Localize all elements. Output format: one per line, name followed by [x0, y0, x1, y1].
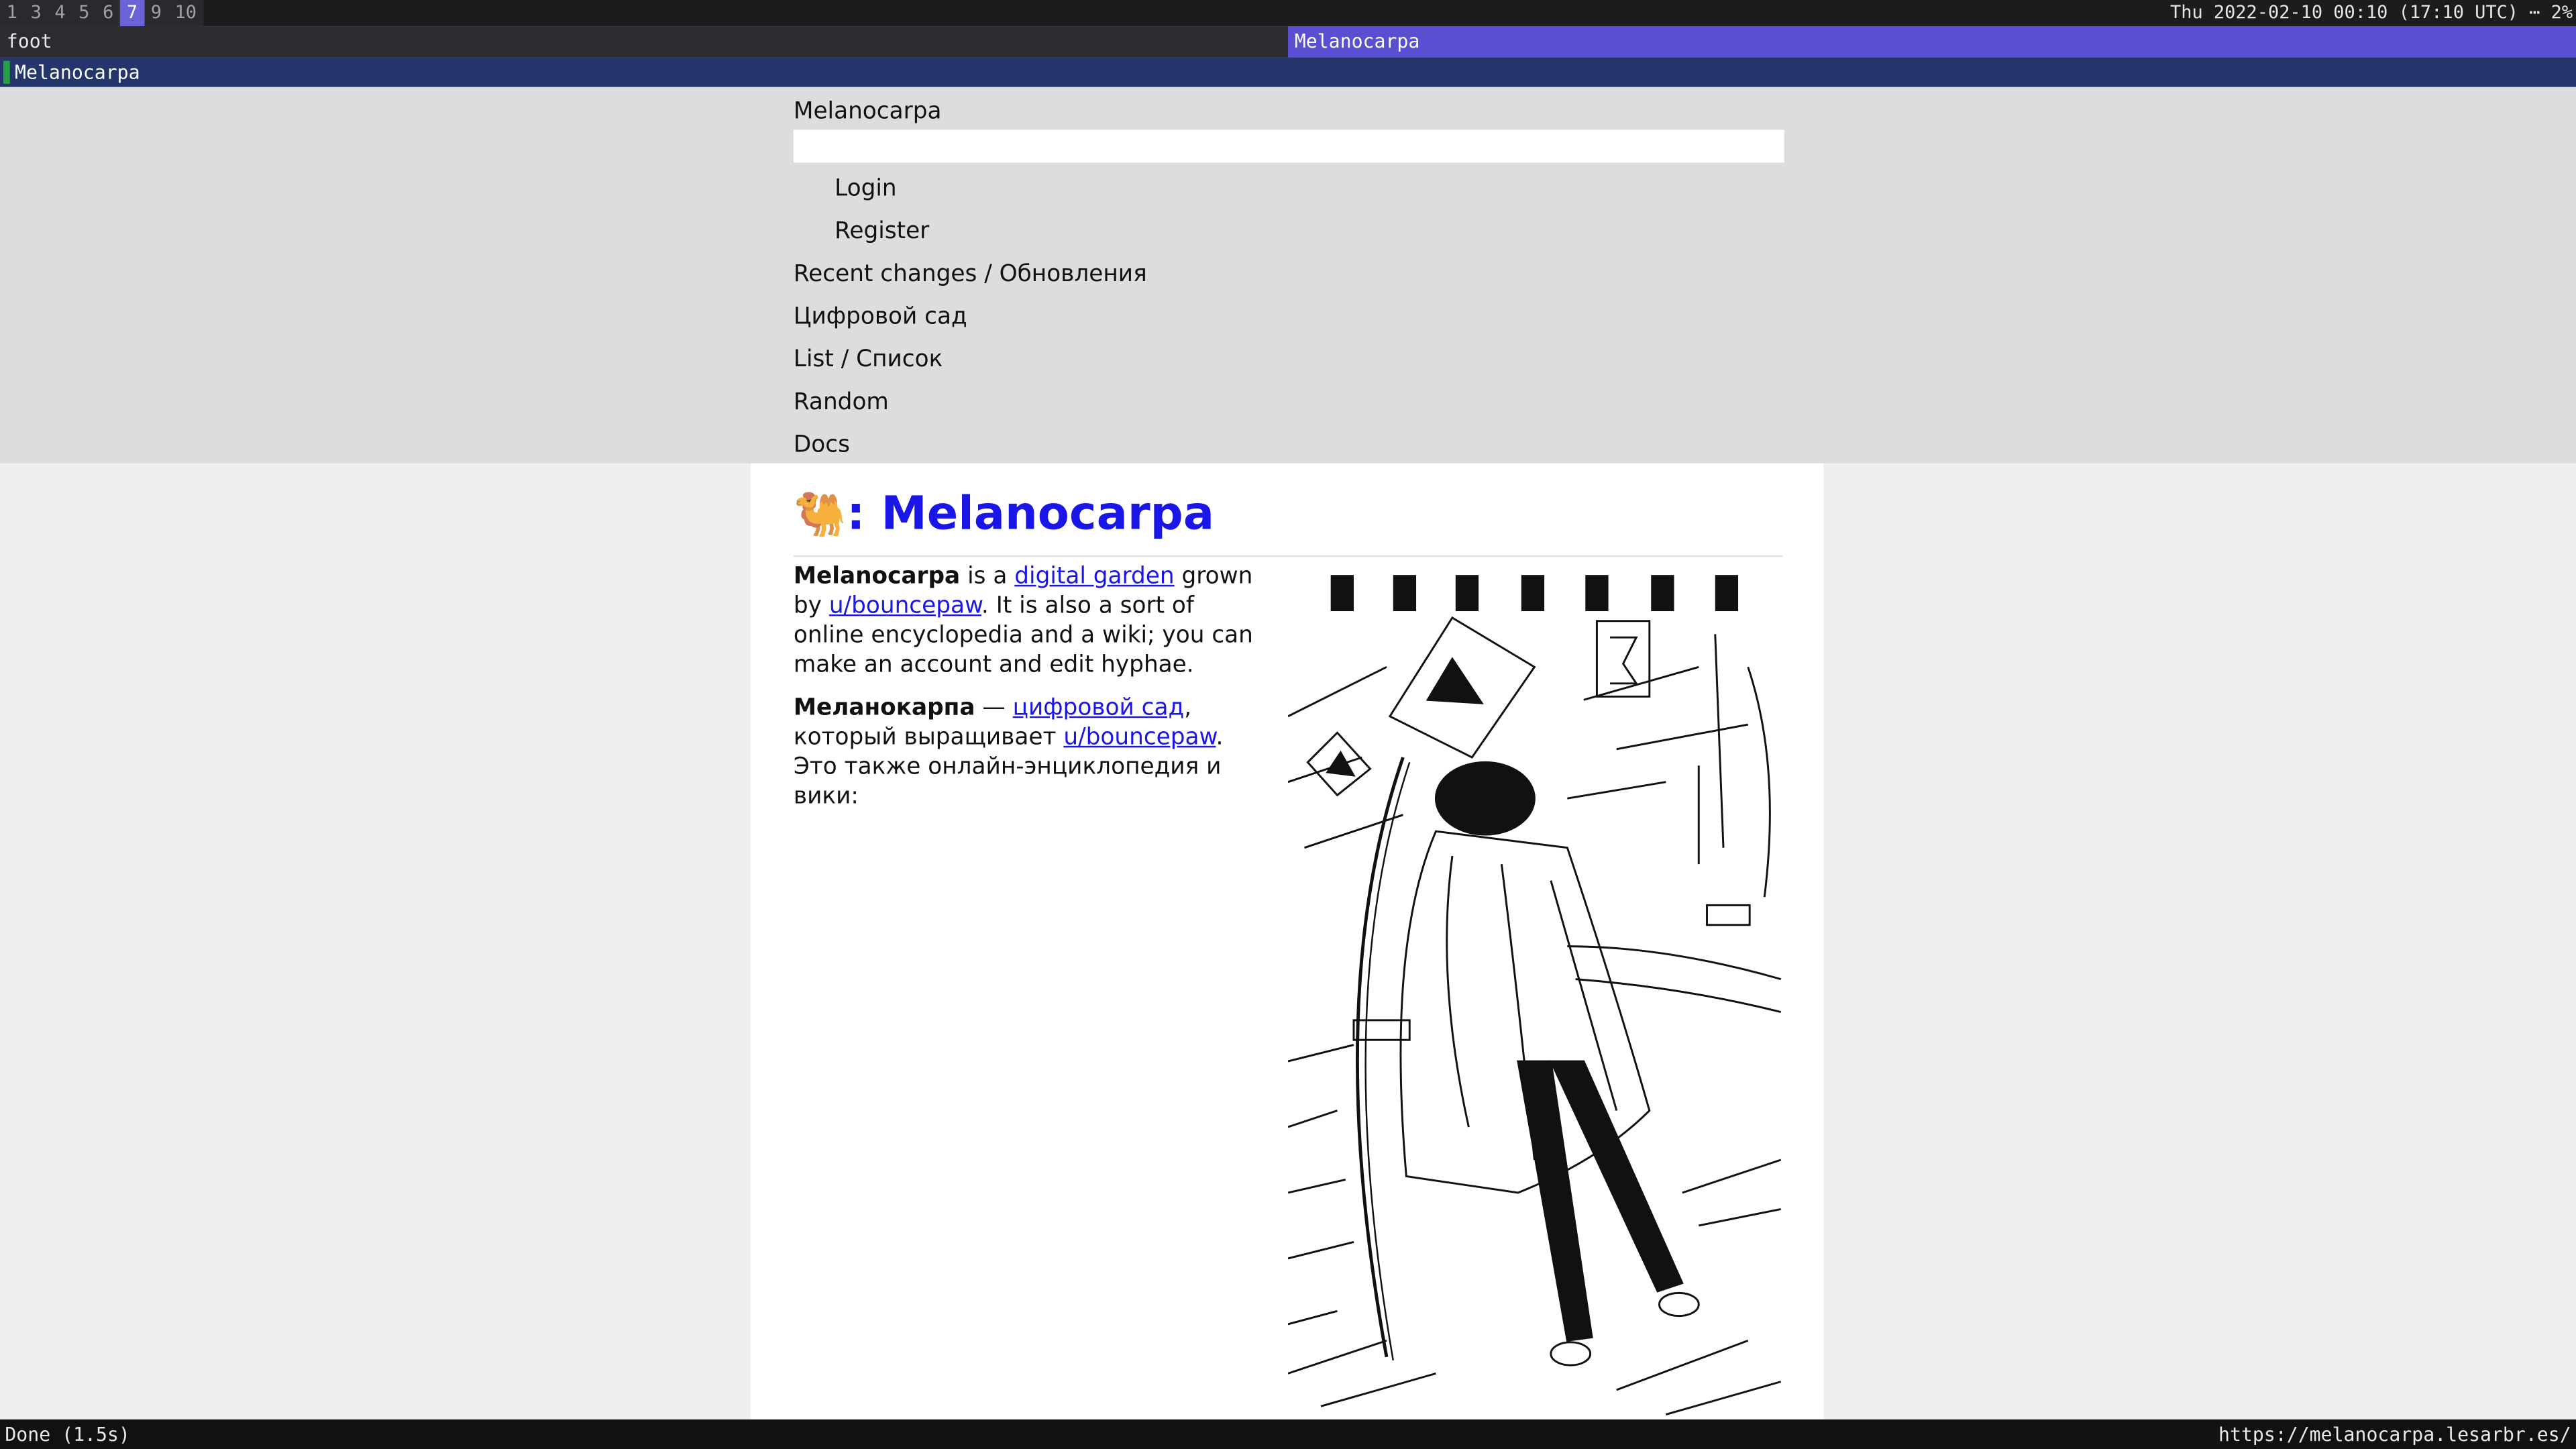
workspace-button[interactable]: 1: [0, 0, 24, 26]
nav-list[interactable]: List / Список: [794, 347, 943, 373]
register-link[interactable]: Register: [835, 219, 929, 245]
workspace-button[interactable]: 6: [96, 0, 120, 26]
window-title-browser[interactable]: Melanocarpa: [1288, 26, 2576, 58]
title-divider: [793, 555, 1783, 557]
intro-paragraph-en: Melanocarpa is a digital garden grown by…: [794, 562, 1270, 680]
title-separator: :: [847, 486, 881, 541]
workspace-button-active[interactable]: 7: [120, 0, 144, 27]
browser-tab[interactable]: Melanocarpa: [15, 58, 140, 87]
page-title: 🐫: Melanocarpa: [794, 486, 1214, 541]
text-span: is a: [960, 564, 1015, 590]
site-header: Melanocarpa Login Register Recent change…: [0, 87, 2576, 464]
nav-digital-garden[interactable]: Цифровой сад: [794, 304, 967, 330]
user-link[interactable]: u/bouncepaw: [1063, 724, 1216, 751]
page-title-text: Melanocarpa: [881, 486, 1215, 541]
search-input[interactable]: [793, 129, 1784, 163]
nav-random[interactable]: Random: [794, 389, 889, 415]
workspace-button[interactable]: 4: [48, 0, 72, 26]
bold-term: Melanocarpa: [793, 564, 961, 590]
bold-term: Меланокарпа: [793, 694, 975, 722]
browser-tab-bar: Melanocarpa: [0, 57, 2576, 87]
browser-status-bar: Done (1.5s) https://melanocarpa.lesarbr.…: [0, 1419, 2576, 1449]
sketch-illustration: [1288, 568, 1783, 1423]
window-title-foot[interactable]: foot: [0, 26, 1295, 58]
load-status: Done (1.5s): [5, 1422, 130, 1446]
tab-indicator: [3, 60, 10, 84]
intro-paragraph-ru: Меланокарпа — цифровой сад, который выра…: [794, 693, 1270, 811]
workspace-button[interactable]: 5: [72, 0, 96, 26]
main-content: 🐫: Melanocarpa Melanocarpa is a digital …: [751, 463, 1824, 1423]
camel-icon: 🐫: [793, 491, 847, 541]
workspace-button[interactable]: 3: [24, 0, 48, 26]
nav-docs[interactable]: Docs: [794, 432, 850, 458]
system-bar: 1 3 4 5 6 7 9 10 Thu 2022-02-10 00:10 (1…: [0, 0, 2576, 27]
login-link[interactable]: Login: [835, 176, 897, 202]
nav-recent-changes[interactable]: Recent changes / Обновления: [794, 261, 1147, 287]
clock-status: Thu 2022-02-10 00:10 (17:10 UTC) ⋯ 2%: [2170, 1, 2573, 23]
digital-garden-link[interactable]: digital garden: [1014, 564, 1174, 590]
workspace-button[interactable]: 9: [144, 0, 168, 26]
user-link[interactable]: u/bouncepaw: [829, 593, 981, 619]
site-name-link[interactable]: Melanocarpa: [794, 99, 942, 125]
workspace-button[interactable]: 10: [168, 0, 203, 26]
digital-garden-ru-link[interactable]: цифровой сад: [1013, 695, 1185, 721]
current-url: https://melanocarpa.lesarbr.es/: [2218, 1422, 2571, 1446]
text-span: —: [975, 694, 1013, 722]
workspace-switcher: 1 3 4 5 6 7 9 10: [0, 0, 203, 27]
window-title-row: foot Melanocarpa: [0, 26, 2576, 58]
